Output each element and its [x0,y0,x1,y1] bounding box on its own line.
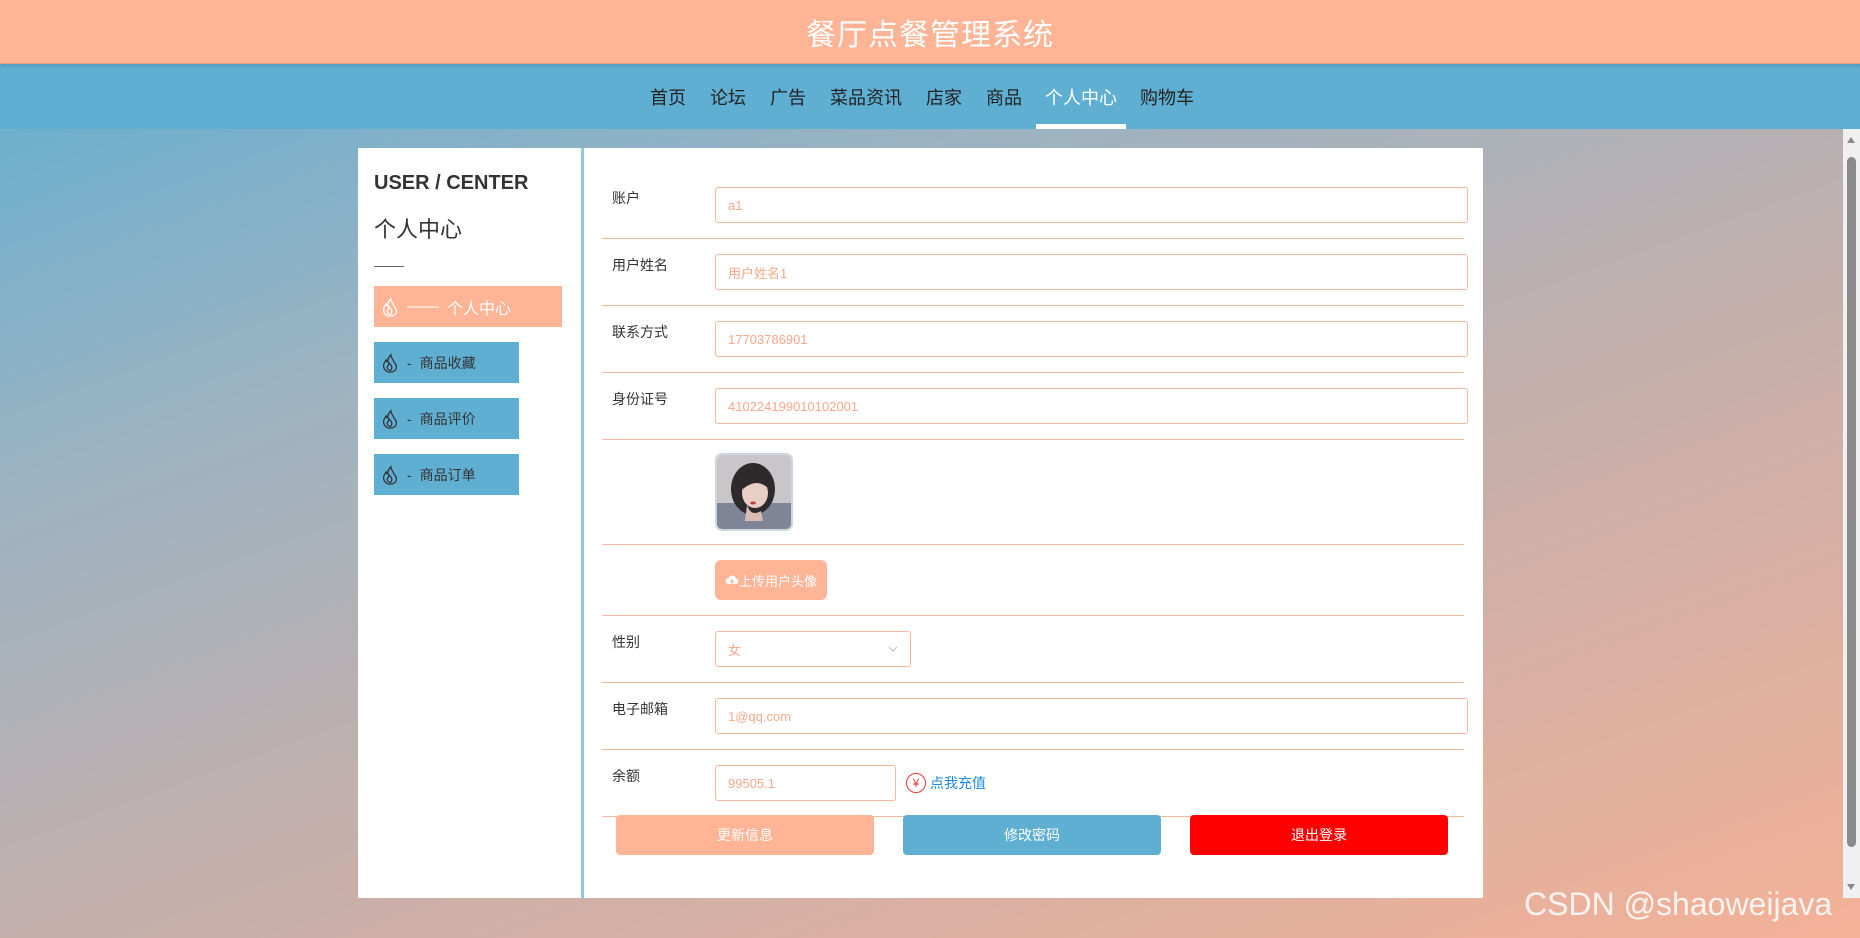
username-label: 用户姓名 [612,257,668,273]
user-center-panel: USER / CENTER 个人中心 —— 个人中心 - 商品收藏 - 商品评价… [358,148,1483,898]
form-row-avatar [602,440,1464,545]
email-field[interactable]: 1@qq.com [715,698,1468,734]
sidebar: USER / CENTER 个人中心 —— 个人中心 - 商品收藏 - 商品评价… [358,148,580,898]
recharge-link[interactable]: ¥ 点我充值 [906,773,986,793]
nav-cart[interactable]: 购物车 [1130,64,1204,129]
nav-forum[interactable]: 论坛 [700,64,756,129]
cloud-upload-icon [725,575,739,585]
scroll-up-icon[interactable] [1847,137,1855,143]
upload-avatar-label: 上传用户头像 [739,573,818,589]
nav-dish-news[interactable]: 菜品资讯 [820,64,912,129]
sidebar-item-favorites[interactable]: - 商品收藏 [374,342,519,383]
contact-label: 联系方式 [612,324,668,340]
logout-button[interactable]: 退出登录 [1190,815,1448,855]
flame-icon [382,296,398,317]
upload-avatar-button[interactable]: 上传用户头像 [715,560,828,600]
gender-select[interactable]: 女 [715,631,911,667]
yen-icon: ¥ [906,773,926,793]
flame-icon [382,464,398,485]
form-row-contact: 联系方式 17703786901 [602,306,1468,373]
scroll-down-icon[interactable] [1847,884,1855,890]
flame-icon [382,352,398,373]
gender-label: 性别 [612,634,640,650]
panel-divider [581,148,584,898]
username-field[interactable]: 用户姓名1 [715,254,1468,290]
nav-ads[interactable]: 广告 [760,64,816,129]
balance-label: 余额 [612,768,640,784]
sidebar-divider [374,266,404,267]
nav-products[interactable]: 商品 [976,64,1032,129]
account-field[interactable]: a1 [715,187,1468,223]
profile-form: 账户 a1 用户姓名 用户姓名1 联系方式 17703786901 身份证号 4… [602,172,1468,817]
sidebar-item-dash: —— [407,297,439,315]
update-info-button[interactable]: 更新信息 [616,815,874,855]
sidebar-item-dash: - [407,410,412,427]
action-buttons: 更新信息 修改密码 退出登录 [616,815,1477,855]
sidebar-item-label: 商品收藏 [419,354,476,371]
contact-field[interactable]: 17703786901 [715,321,1468,357]
sidebar-en-title: USER / CENTER [374,172,529,194]
form-row-account: 账户 a1 [602,172,1468,239]
avatar [715,453,793,531]
id-number-label: 身份证号 [612,391,668,407]
change-password-button[interactable]: 修改密码 [903,815,1161,855]
flame-icon [382,408,398,429]
email-label: 电子邮箱 [612,701,668,717]
sidebar-item-user-center[interactable]: —— 个人中心 [374,286,562,327]
main-nav: 首页 论坛 广告 菜品资讯 店家 商品 个人中心 购物车 [0,64,1860,129]
scrollbar-thumb[interactable] [1847,157,1856,847]
sidebar-item-label: 个人中心 [447,300,512,318]
sidebar-cn-title: 个人中心 [374,217,463,242]
sidebar-item-label: 商品评价 [419,410,476,427]
id-number-field[interactable]: 410224199010102001 [715,388,1468,424]
title-bar: 餐厅点餐管理系统 [0,0,1860,64]
sidebar-item-dash: - [407,354,412,371]
balance-field[interactable]: 99505.1 [715,765,896,801]
form-row-email: 电子邮箱 1@qq.com [602,683,1468,750]
nav-stores[interactable]: 店家 [916,64,972,129]
form-row-username: 用户姓名 用户姓名1 [602,239,1468,306]
form-row-balance: 余额 99505.1 ¥ 点我充值 [602,750,1464,817]
gender-value: 女 [728,642,742,658]
site-title: 餐厅点餐管理系统 [806,18,1054,52]
recharge-label: 点我充值 [930,775,986,791]
account-label: 账户 [612,190,640,206]
sidebar-item-label: 商品订单 [419,466,476,483]
sidebar-item-reviews[interactable]: - 商品评价 [374,398,519,439]
nav-home[interactable]: 首页 [640,64,696,129]
sidebar-item-dash: - [407,466,412,483]
form-row-upload: 上传用户头像 [602,545,1464,616]
page-scrollbar[interactable] [1843,129,1860,898]
form-row-id-number: 身份证号 410224199010102001 [602,373,1468,440]
sidebar-item-orders[interactable]: - 商品订单 [374,454,519,495]
nav-user-center[interactable]: 个人中心 [1036,64,1126,129]
chevron-down-icon [888,646,898,652]
form-row-gender: 性别 女 [602,616,1464,683]
watermark: CSDN @shaoweijava [1524,886,1833,922]
